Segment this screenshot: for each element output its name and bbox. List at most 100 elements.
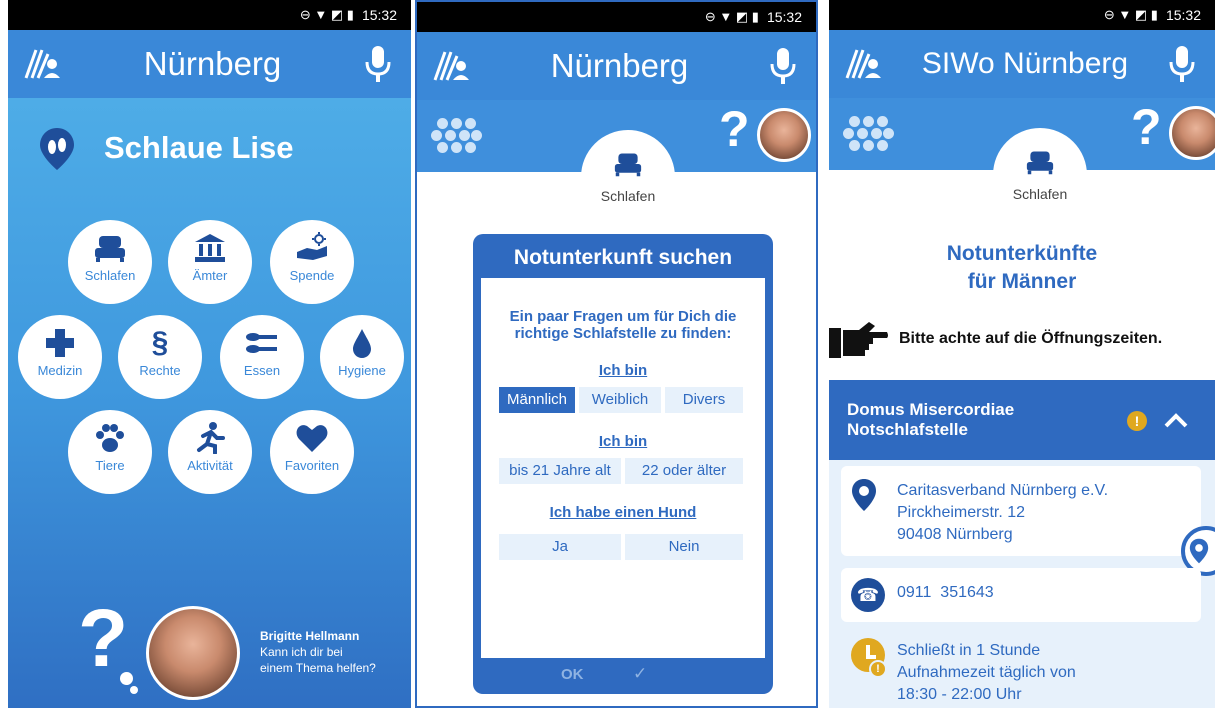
helper-avatar[interactable] — [1169, 106, 1215, 160]
category-rechte-button[interactable]: § Rechte — [118, 315, 202, 399]
cutlery-icon — [246, 333, 277, 353]
category-medizin-button[interactable]: Medizin — [18, 315, 102, 399]
pointing-hand-icon — [829, 322, 888, 358]
address-text: Caritasverband Nürnberg e.V. Pirckheimer… — [897, 480, 1108, 546]
status-bar: ⊖ ▼ ◩ ▮ 15:32 — [829, 0, 1215, 30]
app-title: Nürnberg — [143, 45, 282, 82]
category-aemter-button[interactable]: Ämter — [168, 220, 252, 304]
page-heading: Notunterkünfte für Männer — [829, 240, 1215, 296]
warning-icon: ! — [1127, 411, 1147, 431]
running-person-icon — [197, 422, 225, 454]
category-label: Tiere — [95, 458, 125, 473]
opening-hours-hint: Bitte achte auf die Öffnungszeiten. — [899, 330, 1163, 347]
address-card[interactable]: Caritasverband Nürnberg e.V. Pirckheimer… — [841, 466, 1201, 556]
category-label: Ämter — [192, 268, 228, 283]
category-label: Essen — [243, 363, 281, 378]
bed-icon — [1026, 151, 1054, 175]
question-dog: Ich habe einen Hund — [549, 504, 697, 521]
shelter-panel: Domus Misercordiae Notschlafstelle ! Car… — [829, 380, 1215, 708]
category-aktivitaet-button[interactable]: Aktivität — [168, 410, 252, 494]
category-schlafen-button[interactable]: Schlafen — [68, 220, 152, 304]
menu-grid-icon[interactable] — [843, 114, 894, 154]
option-dog-no[interactable]: Nein — [625, 534, 743, 560]
help-dot-icon — [130, 686, 138, 694]
help-question-icon[interactable]: ? — [1131, 98, 1162, 156]
app-logo-icon[interactable] — [431, 46, 471, 86]
paw-icon — [96, 424, 124, 452]
intro-line: Ein paar Fragen um für Dich die — [509, 308, 737, 325]
option-maennlich[interactable]: Männlich — [499, 387, 575, 413]
menu-grid-icon[interactable] — [431, 116, 482, 156]
tab-schlafen[interactable]: Schlafen — [581, 130, 675, 224]
option-under-21[interactable]: bis 21 Jahre alt — [499, 458, 621, 484]
category-essen-button[interactable]: Essen — [220, 315, 304, 399]
phone-card[interactable]: ☎ 0911 351643 — [841, 568, 1201, 622]
category-label: Aktivität — [187, 458, 233, 473]
option-divers[interactable]: Divers — [665, 387, 743, 413]
helper-name: Brigitte Hellmann — [260, 629, 360, 643]
status-icons: ⊖ ▼ ◩ ▮ — [299, 7, 354, 22]
helper-line2: einem Thema helfen? — [260, 661, 376, 675]
category-label: Schlafen — [84, 268, 136, 283]
option-dog-yes[interactable]: Ja — [499, 534, 621, 560]
category-spende-button[interactable]: Spende — [270, 220, 354, 304]
address-line: Pirckheimerstr. 12 — [897, 504, 1026, 521]
tab-schlafen[interactable]: Schlafen — [993, 128, 1087, 222]
microphone-icon[interactable] — [1167, 44, 1197, 84]
page-heading: Schlaue Lise — [104, 130, 294, 165]
category-hygiene-button[interactable]: Hygiene — [320, 315, 404, 399]
app-title: SIWo Nürnberg — [921, 47, 1129, 80]
shelter-name: Domus Misercordiae Notschlafstelle — [847, 400, 1014, 440]
location-pin-icon — [1189, 538, 1209, 564]
heading-line: Notunterkünfte — [946, 242, 1098, 265]
app-bar: SIWo Nürnberg — [829, 30, 1215, 98]
status-time: 15:32 — [1165, 7, 1201, 23]
dialog-title: Notunterkunft suchen — [513, 246, 733, 269]
status-time: 15:32 — [766, 9, 802, 25]
medical-cross-icon — [46, 329, 74, 357]
building-icon — [195, 234, 225, 262]
helper-avatar[interactable] — [757, 108, 811, 162]
dialog-body: Ein paar Fragen um für Dich die richtige… — [481, 278, 765, 658]
option-weiblich[interactable]: Weiblich — [579, 387, 661, 413]
microphone-icon[interactable] — [768, 46, 798, 86]
paragraph-icon: § — [151, 326, 169, 359]
bed-icon — [614, 153, 642, 177]
app-bar: Nürnberg — [8, 30, 411, 98]
location-pin-icon — [852, 479, 876, 511]
category-favoriten-button[interactable]: Favoriten — [270, 410, 354, 494]
category-label: Hygiene — [338, 363, 386, 378]
hours-card: ! Schließt in 1 Stunde Aufnahmezeit tägl… — [841, 630, 1201, 708]
home-screen: ⊖ ▼ ◩ ▮ 15:32 Nürnberg Schlaue Lise Schl… — [8, 0, 411, 708]
bed-icon — [95, 236, 125, 262]
chevron-up-icon[interactable] — [1164, 412, 1188, 428]
address-line: Caritasverband Nürnberg e.V. — [897, 482, 1109, 499]
status-icons: ⊖ ▼ ◩ ▮ — [1103, 7, 1158, 22]
category-label: Favoriten — [284, 458, 340, 473]
shelter-name-line: Domus Misercordiae — [847, 400, 1015, 419]
category-label: Rechte — [139, 363, 181, 378]
heading-line: für Männer — [967, 270, 1077, 293]
phone-number[interactable]: 0911 351643 — [897, 584, 994, 602]
question-age: Ich bin — [598, 433, 648, 450]
hours-line: Aufnahmezeit täglich von — [897, 664, 1076, 681]
option-22-plus[interactable]: 22 oder älter — [625, 458, 743, 484]
heart-icon — [296, 425, 328, 452]
shelter-header[interactable]: Domus Misercordiae Notschlafstelle ! — [829, 380, 1215, 460]
help-question-icon[interactable]: ? — [719, 100, 750, 158]
phone-icon: ☎ — [851, 578, 885, 612]
ok-button[interactable]: OK — [561, 666, 584, 683]
confirm-check-icon[interactable]: ✓ — [633, 664, 647, 684]
app-logo-icon[interactable] — [843, 44, 883, 84]
status-bar: ⊖ ▼ ◩ ▮ 15:32 — [417, 2, 816, 32]
hours-line: Schließt in 1 Stunde — [897, 642, 1041, 659]
dialog-intro: Ein paar Fragen um für Dich die richtige… — [481, 308, 765, 342]
help-question-icon[interactable]: ? — [78, 592, 128, 686]
water-drop-icon — [353, 329, 371, 358]
category-tiere-button[interactable]: Tiere — [68, 410, 152, 494]
status-time: 15:32 — [361, 7, 397, 23]
app-logo-icon[interactable] — [22, 44, 62, 84]
app-bar: Nürnberg — [417, 32, 816, 100]
helper-avatar[interactable] — [146, 606, 240, 700]
microphone-icon[interactable] — [363, 44, 393, 84]
